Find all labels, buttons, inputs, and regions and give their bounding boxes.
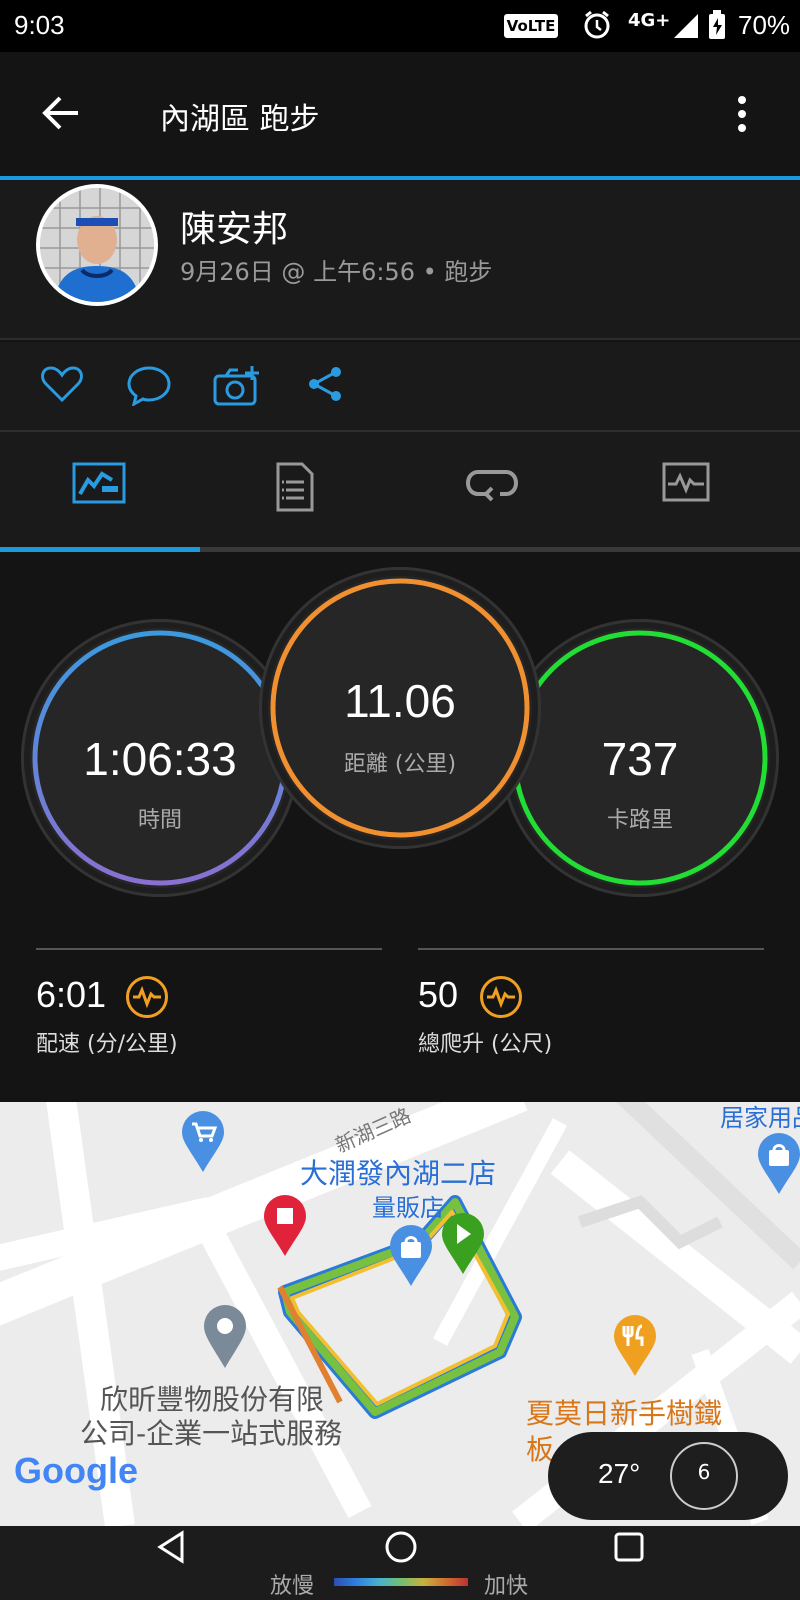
- activity-meta: 9月26日 @ 上午6:56 • 跑步: [180, 258, 493, 286]
- weather-widget[interactable]: 27° 6: [548, 1432, 788, 1520]
- pace-legend-fast: 加快: [484, 1574, 529, 1599]
- calories-ring: 737 卡路里: [510, 628, 770, 888]
- time-label: 時間: [137, 808, 182, 833]
- alarm-icon: [582, 10, 612, 44]
- restaurant-pin-icon[interactable]: [612, 1314, 658, 1382]
- divider: [418, 948, 764, 950]
- weather-temp: 27°: [598, 1458, 641, 1489]
- battery-percent: 70%: [738, 10, 791, 40]
- page-title: 內湖區 跑步: [160, 102, 320, 137]
- avatar[interactable]: [36, 184, 158, 306]
- more-vert-icon[interactable]: [736, 96, 748, 136]
- divider: [36, 948, 382, 950]
- profile-header: 陳安邦 9月26日 @ 上午6:56 • 跑步: [0, 180, 800, 340]
- laps-icon[interactable]: [465, 462, 519, 508]
- stats-panel: 1:06:33 時間 737 卡路里 11.06 距離 (公里) 6:01 配速…: [0, 552, 800, 1102]
- store-name-label: 大潤發內湖二店: [300, 1157, 497, 1190]
- arrow-left-icon[interactable]: [40, 92, 82, 138]
- nav-back-icon[interactable]: [156, 1530, 186, 1568]
- status-bar: 9:03 VoLTE 4G+ 70%: [0, 0, 800, 52]
- shop-pin-icon[interactable]: [388, 1224, 434, 1292]
- pace-value: 6:01: [36, 974, 107, 1015]
- athlete-name[interactable]: 陳安邦: [180, 200, 288, 252]
- add-photo-icon[interactable]: [212, 364, 262, 412]
- details-icon[interactable]: [276, 462, 314, 516]
- start-marker-icon[interactable]: [440, 1212, 486, 1280]
- wind-speed: 6: [697, 1460, 711, 1484]
- ascent-label: 總爬升 (公尺): [418, 1032, 553, 1057]
- share-icon[interactable]: [306, 364, 346, 408]
- time-value: 1:06:33: [83, 733, 237, 785]
- time-ring: 1:06:33 時間: [30, 628, 290, 888]
- shop-pin-icon[interactable]: [756, 1132, 800, 1200]
- poi-label-1: 夏莫日新手樹鐵: [526, 1397, 723, 1430]
- pace-label: 配速 (分/公里): [36, 1032, 178, 1057]
- home-goods-label: 居家用品: [720, 1104, 800, 1132]
- shopping-cart-pin-icon[interactable]: [180, 1110, 226, 1178]
- heart-icon[interactable]: [40, 364, 84, 408]
- charts-icon[interactable]: [662, 462, 710, 506]
- nav-recents-icon[interactable]: [614, 1532, 644, 1566]
- action-bar: [0, 342, 800, 432]
- ascent-value: 50: [418, 974, 459, 1015]
- pulse-icon[interactable]: [126, 976, 168, 1018]
- company-label-2: 公司-企業一站式服務: [80, 1417, 343, 1450]
- distance-label: 距離 (公里): [343, 752, 457, 777]
- store-type-label: 量販店: [372, 1194, 444, 1222]
- volte-indicator: VoLTE: [504, 14, 558, 38]
- tab-bar: [0, 432, 800, 552]
- pace-legend-gradient: [334, 1578, 468, 1586]
- finish-marker-icon[interactable]: [262, 1194, 308, 1262]
- app-bar: 內湖區 跑步: [0, 52, 800, 176]
- google-logo: Google: [14, 1450, 138, 1491]
- status-time: 9:03: [14, 10, 65, 40]
- battery-icon: [708, 10, 726, 44]
- pulse-icon[interactable]: [480, 976, 522, 1018]
- signal-icon: [672, 12, 700, 44]
- comment-icon[interactable]: [126, 364, 172, 410]
- nav-home-icon[interactable]: [384, 1530, 418, 1568]
- place-pin-icon[interactable]: [202, 1302, 248, 1374]
- system-nav-bar: 放慢 加快: [0, 1526, 800, 1600]
- distance-value: 11.06: [344, 675, 456, 727]
- calories-value: 737: [601, 733, 679, 785]
- distance-ring: 11.06 距離 (公里): [268, 576, 532, 840]
- calories-label: 卡路里: [606, 808, 673, 833]
- network-type: 4G+: [628, 10, 671, 31]
- pace-legend-slow: 放慢: [270, 1574, 315, 1599]
- overview-icon[interactable]: [72, 462, 126, 508]
